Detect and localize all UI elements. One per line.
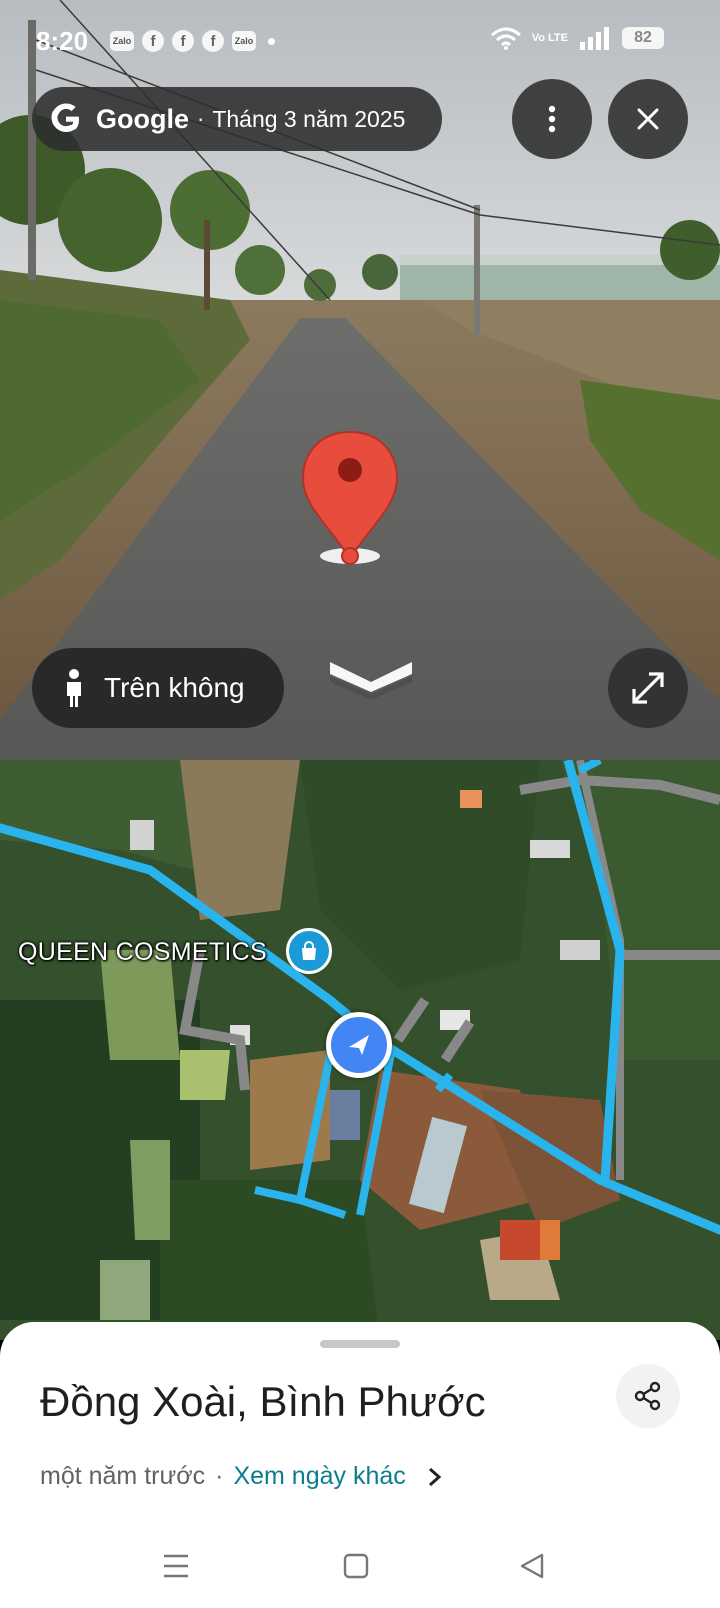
back-triangle-icon <box>520 1553 544 1579</box>
expand-icon <box>632 672 664 704</box>
current-view-location-marker[interactable] <box>326 1012 392 1078</box>
separator-dot: · <box>197 106 205 131</box>
volte-indicator: Vo LTE <box>531 31 568 44</box>
separator-dot: · <box>215 1462 224 1490</box>
status-time: 8:20 <box>36 26 89 56</box>
navigation-arrow-icon <box>349 1035 369 1055</box>
satellite-map[interactable]: QUEEN COSMETICS <box>0 760 720 1340</box>
google-brand-label: Google <box>96 103 189 134</box>
capture-meta-row: một năm trước · Xem ngày khác <box>40 1462 444 1491</box>
battery-icon: 82 <box>622 27 664 49</box>
capture-age: một năm trước <box>40 1462 206 1490</box>
status-indicators: Vo LTE 82 <box>490 26 664 50</box>
notification-icons: Zalo f f f Zalo <box>110 30 275 52</box>
signal-icon <box>580 27 609 50</box>
shopping-bag-icon <box>302 941 316 960</box>
menu-icon <box>164 1554 188 1578</box>
status-bar: 8:20 Zalo f f f Zalo Vo LTE 82 <box>0 0 720 80</box>
more-options-button[interactable] <box>512 79 592 159</box>
zalo-icon: Zalo <box>110 31 134 51</box>
aerial-view-button[interactable]: Trên không <box>32 648 284 728</box>
capture-date: Tháng 3 năm 2025 <box>212 105 406 132</box>
drag-handle[interactable] <box>320 1340 400 1348</box>
more-notifications-dot-icon <box>268 37 275 45</box>
home-square-icon <box>343 1553 369 1579</box>
pegman-icon <box>67 669 81 707</box>
system-nav-bar <box>0 1530 720 1608</box>
place-label[interactable]: QUEEN COSMETICS <box>18 938 267 967</box>
street-view-info-pill[interactable]: Google · Tháng 3 năm 2025 <box>32 87 442 151</box>
wifi-icon <box>490 27 521 50</box>
google-g-icon <box>51 103 79 132</box>
facebook-icon: f <box>142 30 164 52</box>
back-button[interactable] <box>514 1548 550 1584</box>
place-title: Đồng Xoài, Bình Phước <box>40 1378 486 1425</box>
fullscreen-button[interactable] <box>608 648 688 728</box>
share-button[interactable] <box>616 1364 680 1428</box>
facebook-icon: f <box>172 30 194 52</box>
collapse-chevron-icon[interactable] <box>326 656 416 706</box>
close-icon <box>637 108 659 130</box>
home-button[interactable] <box>338 1548 374 1584</box>
aerial-view-label: Trên không <box>104 672 245 703</box>
street-view-panorama[interactable]: 8:20 Zalo f f f Zalo Vo LTE 82 Google · … <box>0 0 720 760</box>
more-vert-icon <box>548 105 556 133</box>
share-icon <box>634 1381 661 1411</box>
close-button[interactable] <box>608 79 688 159</box>
shop-marker[interactable] <box>286 928 332 974</box>
chevron-right-icon[interactable] <box>424 1466 444 1488</box>
zalo-icon: Zalo <box>232 31 256 51</box>
recent-apps-button[interactable] <box>158 1548 194 1584</box>
facebook-icon: f <box>202 30 224 52</box>
see-other-dates-link[interactable]: Xem ngày khác <box>233 1462 405 1491</box>
